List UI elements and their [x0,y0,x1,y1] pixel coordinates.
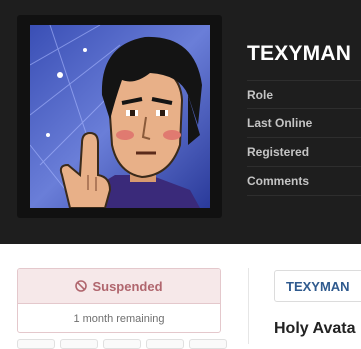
status-label: Suspended [92,278,163,294]
meta-last-online-label: Last Online [247,109,361,138]
action-button[interactable] [60,339,98,349]
meta-comments-label: Comments [247,167,361,196]
column-divider [248,268,249,344]
status-badge: Suspended [18,269,220,304]
content-title: Holy Avata [274,320,356,337]
suspension-status: Suspended 1 month remaining [17,268,221,333]
action-button[interactable] [189,339,227,349]
action-button[interactable] [103,339,141,349]
action-button[interactable] [146,339,184,349]
profile-username: TEXYMAN [247,42,352,65]
ban-icon [75,280,88,292]
profile-action-buttons [17,339,227,349]
profile-meta-list: Role Last Online Registered Comments [247,80,361,196]
meta-registered-label: Registered [247,138,361,167]
profile-header: TEXYMAN Role Last Online Registered Comm… [0,0,361,244]
meta-role-label: Role [247,80,361,109]
avatar[interactable] [17,15,222,218]
action-button[interactable] [17,339,55,349]
tab-user[interactable]: TEXYMAN [274,270,361,302]
avatar-image [30,25,210,208]
status-remaining: 1 month remaining [73,313,165,325]
